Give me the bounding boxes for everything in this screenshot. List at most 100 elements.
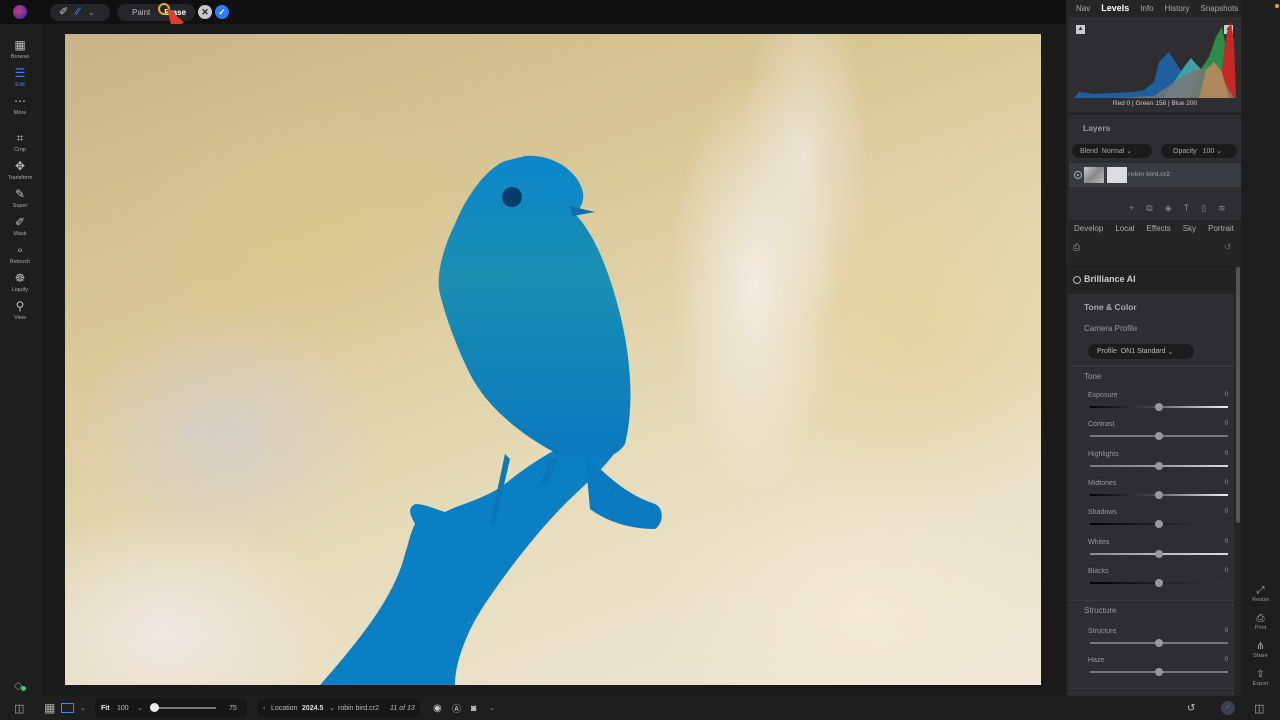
slider-value[interactable]: 0 bbox=[1225, 392, 1228, 398]
brush-size-slider-track[interactable] bbox=[154, 707, 216, 709]
brilliance-toggle[interactable] bbox=[1073, 276, 1081, 284]
done-icon: ✓ bbox=[1221, 701, 1235, 715]
slider-label: Haze bbox=[1088, 657, 1105, 665]
tab-local[interactable]: Local bbox=[1115, 224, 1134, 238]
slider-value[interactable]: 0 bbox=[1225, 628, 1228, 634]
panel-scrollbar[interactable] bbox=[1236, 267, 1240, 523]
add-layer-icon[interactable]: + bbox=[1129, 203, 1134, 214]
sliders-icon: ☰ bbox=[14, 66, 26, 80]
slider-knob[interactable] bbox=[1155, 461, 1163, 470]
tab-levels[interactable]: Levels bbox=[1101, 3, 1129, 13]
preview-eye-icon[interactable]: ◉ bbox=[433, 696, 442, 720]
sidebar-item-super[interactable]: ✎ Super bbox=[0, 188, 40, 210]
slider-value[interactable]: 0 bbox=[1225, 421, 1228, 427]
apply-button[interactable]: ✓ bbox=[215, 5, 229, 19]
layer-mask-thumbnail[interactable] bbox=[1107, 167, 1127, 183]
ai-brush-icon[interactable]: ⁄⁄ bbox=[76, 7, 80, 18]
slider-value[interactable]: 0 bbox=[1225, 568, 1228, 574]
eye-mask bbox=[502, 187, 522, 207]
save-preset-icon[interactable]: ⎙ bbox=[1073, 242, 1080, 253]
sidebar-item-transform[interactable]: ✥ Transform bbox=[0, 160, 40, 182]
duplicate-layer-icon[interactable]: ⧉ bbox=[1146, 203, 1152, 214]
tab-nav[interactable]: Nav bbox=[1076, 4, 1090, 13]
brush-size-slider-knob[interactable] bbox=[150, 703, 159, 712]
slider-knob[interactable] bbox=[1155, 403, 1163, 411]
undo-icon[interactable]: ↺ bbox=[1187, 696, 1195, 720]
sidebar-label: View bbox=[14, 315, 26, 321]
sidebar-item-more[interactable]: ⋯ More bbox=[0, 95, 40, 117]
slider-knob[interactable] bbox=[1155, 668, 1163, 677]
sidebar-item-mask[interactable]: ✐ Mask bbox=[0, 215, 40, 238]
slider-whites: Whites 0 bbox=[1088, 539, 1228, 567]
slider-highlights: Highlights 0 bbox=[1088, 451, 1228, 479]
toggle-left-panel-icon[interactable]: ◫ bbox=[14, 696, 24, 720]
image-canvas[interactable] bbox=[42, 24, 1066, 696]
app-logo-icon[interactable] bbox=[13, 5, 27, 19]
mask-view-icon[interactable]: ◙ bbox=[471, 696, 476, 720]
sidebar-item-liquify[interactable]: ☸ Liquify bbox=[0, 272, 40, 294]
tab-snapshots[interactable]: Snapshots bbox=[1201, 4, 1239, 13]
sidebar-item-retouch[interactable]: ∘ Retouch bbox=[0, 244, 40, 266]
reset-icon[interactable]: ↺ bbox=[1224, 242, 1232, 253]
tab-develop[interactable]: Develop bbox=[1074, 224, 1103, 238]
export-button[interactable]: ⇪ Export bbox=[1241, 669, 1280, 687]
single-view-button[interactable] bbox=[61, 696, 74, 720]
tone-color-title[interactable]: Tone & Color bbox=[1084, 302, 1137, 312]
zoom-level[interactable]: 100 bbox=[117, 696, 129, 720]
sidebar-item-crop[interactable]: ⌗ Crop bbox=[0, 132, 40, 154]
tab-info[interactable]: Info bbox=[1140, 4, 1153, 13]
grid-view-icon[interactable]: ▦ bbox=[44, 696, 55, 720]
layers-stack-icon[interactable]: ≋ bbox=[1218, 203, 1226, 214]
toggle-right-panel-icon[interactable]: ◫ bbox=[1254, 696, 1264, 720]
slider-value[interactable]: 0 bbox=[1225, 451, 1228, 457]
resize-button[interactable]: ⤢ Resize bbox=[1241, 585, 1280, 603]
photo-preview[interactable] bbox=[65, 34, 1041, 685]
back-chevron-icon[interactable]: ‹ bbox=[263, 696, 265, 720]
slider-knob[interactable] bbox=[1155, 432, 1163, 441]
slider-midtones: Midtones 0 bbox=[1088, 480, 1228, 508]
done-button[interactable]: ✓ bbox=[1221, 696, 1235, 720]
text-layer-icon[interactable]: T bbox=[1184, 203, 1190, 214]
chevron-down-icon[interactable]: ⌄ bbox=[88, 8, 95, 17]
fit-button[interactable]: Fit bbox=[101, 696, 110, 720]
tab-portrait[interactable]: Portrait bbox=[1208, 224, 1234, 238]
blend-mode-dropdown[interactable]: Blend Normal ⌄ bbox=[1072, 144, 1152, 158]
profile-dropdown[interactable]: Profile ON1 Standard ⌄ bbox=[1088, 344, 1194, 359]
view-chevron-icon[interactable]: ⌄ bbox=[80, 696, 86, 720]
print-button[interactable]: ⎙ Print bbox=[1241, 613, 1280, 631]
visibility-icon[interactable] bbox=[1074, 171, 1082, 179]
share-button[interactable]: ⋔ Share bbox=[1241, 641, 1280, 659]
tab-history[interactable]: History bbox=[1165, 4, 1190, 13]
cancel-button[interactable]: ✕ bbox=[198, 5, 212, 19]
slider-knob[interactable] bbox=[1155, 639, 1163, 647]
slider-value[interactable]: 0 bbox=[1225, 509, 1228, 515]
tab-effects[interactable]: Effects bbox=[1146, 224, 1170, 238]
slider-knob[interactable] bbox=[1155, 549, 1163, 558]
divider bbox=[1069, 688, 1234, 689]
ai-mask-icon[interactable]: Ⓐ bbox=[452, 696, 461, 720]
fill-layer-icon[interactable]: ◈ bbox=[1165, 203, 1172, 214]
sidebar-item-view[interactable]: ⚲ View bbox=[0, 300, 40, 322]
slider-value[interactable]: 0 bbox=[1225, 539, 1228, 545]
slider-knob[interactable] bbox=[1155, 578, 1163, 587]
zoom-chevron-icon[interactable]: ⌄ bbox=[137, 696, 143, 720]
mask-view-chevron-icon[interactable]: ⌄ bbox=[489, 696, 495, 720]
mask-brush-icon: ✐ bbox=[14, 215, 26, 229]
folder-chevron-icon[interactable]: ⌄ bbox=[329, 696, 335, 720]
delete-layer-icon[interactable]: ▯ bbox=[1201, 203, 1206, 214]
slider-value[interactable]: 0 bbox=[1225, 480, 1228, 486]
paint-mode-button[interactable]: Paint bbox=[132, 8, 150, 17]
notification-dot[interactable] bbox=[1275, 4, 1279, 8]
slider-knob[interactable] bbox=[1155, 490, 1163, 499]
slider-value[interactable]: 0 bbox=[1225, 657, 1228, 663]
sidebar-item-edit[interactable]: ☰ Edit bbox=[0, 66, 40, 89]
slider-contrast: Contrast 0 bbox=[1088, 421, 1228, 449]
layer-row[interactable]: robin bird.cr2 bbox=[1069, 163, 1241, 187]
folder-name[interactable]: 2024.5 bbox=[302, 696, 323, 720]
brilliance-ai-row[interactable]: Brilliance AI bbox=[1066, 265, 1234, 293]
opacity-dropdown[interactable]: Opacity 100 ⌄ bbox=[1161, 144, 1237, 158]
slider-knob[interactable] bbox=[1155, 520, 1163, 529]
tab-sky[interactable]: Sky bbox=[1183, 224, 1196, 238]
sidebar-item-browse[interactable]: ▦ Browse bbox=[0, 39, 40, 61]
paint-brush-icon[interactable]: ✐ bbox=[59, 7, 68, 18]
